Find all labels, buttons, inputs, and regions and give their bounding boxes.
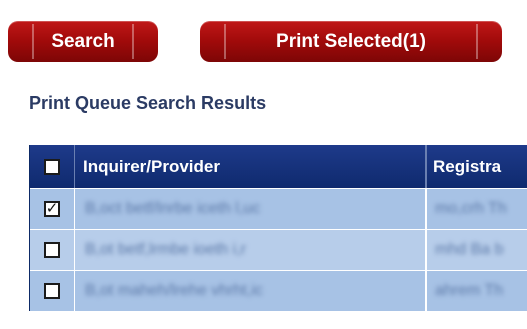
search-button-label: Search	[51, 30, 115, 52]
results-table: Inquirer/Provider Registra ✓ B,oct betf/…	[29, 145, 527, 311]
table-row[interactable]: B,ot maheh/lrehe vhrht,ic ahrem Th	[30, 270, 527, 311]
redacted-text: B,oct betf/lnrbe iceth l,uc	[85, 200, 261, 217]
search-button[interactable]: Search	[8, 21, 158, 62]
section-title: Print Queue Search Results	[29, 93, 267, 113]
print-selected-button-label: Print Selected(1)	[276, 30, 426, 52]
redacted-text: mo,crh Th	[435, 200, 507, 217]
button-rail-left	[32, 24, 34, 59]
row-checkbox[interactable]	[44, 283, 60, 299]
row-select-cell	[30, 230, 75, 270]
button-rail-right	[132, 24, 134, 59]
row-select-cell	[30, 271, 75, 311]
inquirer-cell: B,ot maheh/lrehe vhrht,ic	[75, 271, 427, 311]
print-selected-button[interactable]: Print Selected(1)	[200, 21, 502, 62]
redacted-text: ahrem Th	[435, 282, 504, 299]
redacted-text: B,ot maheh/lrehe vhrht,ic	[85, 282, 263, 299]
button-rail-left	[224, 24, 226, 59]
print-queue-page: Search Print Selected(1) Print Queue Sea…	[0, 0, 527, 329]
registrar-cell: mo,crh Th	[427, 189, 527, 229]
button-rail-right	[476, 24, 478, 59]
table-header: Inquirer/Provider Registra	[30, 145, 527, 188]
inquirer-cell: B,oct betf/lnrbe iceth l,uc	[75, 189, 427, 229]
table-row[interactable]: ✓ B,oct betf/lnrbe iceth l,uc mo,crh Th	[30, 188, 527, 229]
table-row[interactable]: B,ot betf,lrmbe ioeth i,r mhd Ba b	[30, 229, 527, 270]
redacted-text: mhd Ba b	[435, 241, 504, 258]
registrar-cell: ahrem Th	[427, 271, 527, 311]
row-select-cell: ✓	[30, 189, 75, 229]
redacted-text: B,ot betf,lrmbe ioeth i,r	[85, 241, 246, 258]
header-select-all-cell	[30, 145, 75, 188]
row-checkbox[interactable]: ✓	[44, 201, 60, 217]
row-checkbox[interactable]	[44, 242, 60, 258]
column-header-inquirer[interactable]: Inquirer/Provider	[75, 145, 427, 188]
column-header-registrar[interactable]: Registra	[427, 145, 527, 188]
inquirer-cell: B,ot betf,lrmbe ioeth i,r	[75, 230, 427, 270]
registrar-cell: mhd Ba b	[427, 230, 527, 270]
select-all-checkbox[interactable]	[44, 158, 60, 175]
